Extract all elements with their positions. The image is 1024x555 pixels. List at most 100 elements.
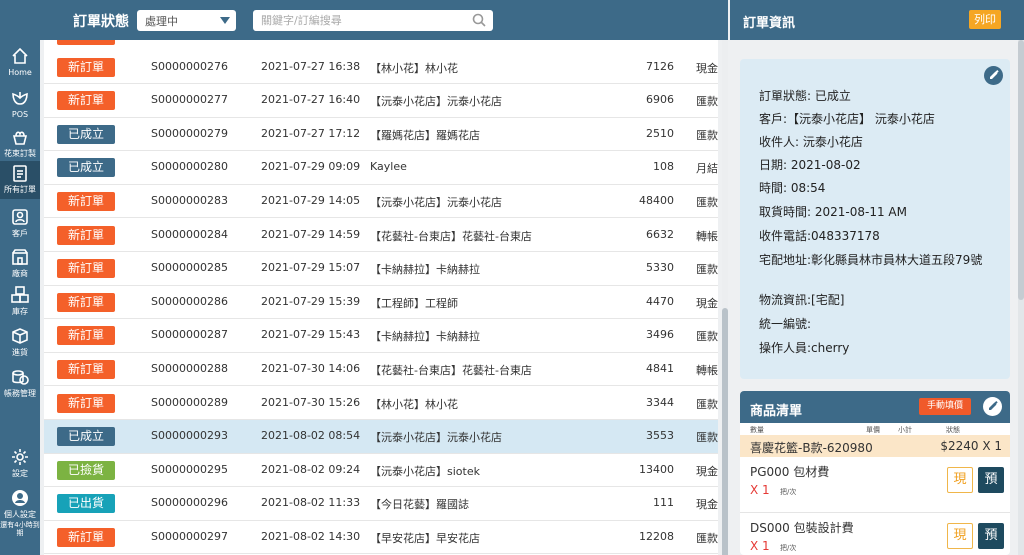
order-date: 2021-07-29 15:39 (261, 294, 361, 308)
status-badge[interactable]: 新訂單 (57, 191, 115, 211)
sidebar-item[interactable]: POS (0, 86, 40, 124)
table-row[interactable]: 已出貨 S0000000296 2021-08-02 11:33 【今日花藝】羅國誌 1… (44, 487, 718, 521)
status-badge[interactable]: 新訂單 (57, 527, 115, 547)
table-row[interactable]: 新訂單 S0000000285 2021-07-29 15:07 【卡納赫拉】卡納赫拉… (44, 252, 718, 286)
order-detail-panel: 訂單資訊 列印 訂單狀態: 已成立 客戶:【沅泰小花店】 沅泰小花店 收件人: 沅泰… (730, 0, 1024, 555)
sidebar-item[interactable]: 進貨 (0, 324, 40, 362)
table-row[interactable]: 新訂單 S0000000289 2021-07-30 15:26 【林小花】林小花 33… (44, 386, 718, 421)
sidebar-item[interactable]: 個人設定 (0, 486, 40, 524)
order-amount: 111 (653, 496, 674, 510)
status-badge[interactable]: 新訂單 (57, 91, 115, 111)
order-date: 2021-08-02 14:30 (261, 529, 361, 543)
table-row[interactable]: 已成立 S0000000279 2021-07-27 17:12 【羅媽花店】羅媽花店… (44, 117, 718, 152)
order-payment: 轉帳 (696, 229, 718, 243)
detail-scrollbar[interactable] (1018, 40, 1024, 555)
search-box[interactable] (253, 10, 493, 31)
sidebar-item[interactable]: 客戶 (0, 205, 40, 243)
status-badge[interactable]: 新訂單 (57, 57, 115, 77)
status-badge[interactable]: 新訂單 (57, 292, 115, 312)
order-payment: 現金 (696, 296, 718, 310)
order-id: S0000000283 (151, 193, 228, 207)
cash-button[interactable]: 現 (947, 467, 973, 493)
search-input[interactable] (261, 12, 461, 29)
product-name: PG000 包材費 (750, 465, 830, 479)
order-list: 新訂單 S0000000276 2021-07-27 16:38 【林小花】林小花 71… (44, 40, 718, 555)
sidebar-item[interactable]: Home (0, 44, 40, 82)
product-list-header: 商品清單 手動填價 (740, 391, 1010, 423)
status-badge[interactable]: 新訂單 (57, 393, 115, 413)
order-list-scrollbar[interactable] (722, 40, 728, 555)
preorder-button[interactable]: 預 (978, 467, 1004, 493)
table-row[interactable]: 新訂單 S0000000283 2021-07-29 14:05 【沅泰小花店】沅泰小… (44, 184, 718, 219)
order-date: 2021-08-02 08:54 (261, 429, 361, 443)
order-customer: 【卡納赫拉】卡納赫拉 (370, 330, 480, 344)
flower-icon (10, 88, 30, 108)
table-row[interactable]: 已撿貨 S0000000295 2021-08-02 09:24 【沅泰小花店】sio… (44, 453, 718, 488)
order-info-line: 操作人員:cherry (759, 341, 850, 355)
order-payment: 現金 (696, 464, 718, 478)
status-badge[interactable]: 已成立 (57, 158, 115, 178)
table-row[interactable]: 已成立 S0000000280 2021-07-29 09:09 Kaylee 108 月… (44, 151, 718, 185)
scrollbar-thumb[interactable] (1018, 40, 1024, 300)
status-badge[interactable] (57, 40, 115, 45)
table-row[interactable]: 新訂單 S0000000288 2021-07-30 14:06 【花藝社-台東店】花… (44, 352, 718, 387)
order-id: S0000000286 (151, 294, 228, 308)
table-row[interactable]: 新訂單 S0000000297 2021-08-02 14:30 【早安花店】早安花店… (44, 520, 718, 555)
manual-price-button[interactable]: 手動填價 (919, 398, 971, 415)
order-amount: 6906 (646, 93, 674, 107)
order-payment: 匯款 (696, 95, 718, 109)
status-badge[interactable]: 已撿貨 (57, 460, 115, 480)
table-row[interactable]: 新訂單 S0000000284 2021-07-29 14:59 【花藝社-台東店】花… (44, 218, 718, 253)
status-badge[interactable]: 新訂單 (57, 326, 115, 346)
product-main-item[interactable]: 喜慶花籃-B款-620980 $2240 X 1 (740, 435, 1010, 457)
status-badge[interactable]: 新訂單 (57, 259, 115, 279)
col-subtotal: 小計 (898, 426, 912, 434)
status-badge[interactable]: 已出貨 (57, 494, 115, 514)
status-badge[interactable]: 已成立 (57, 124, 115, 144)
preorder-button[interactable]: 預 (978, 523, 1004, 549)
cash-button[interactable]: 現 (947, 523, 973, 549)
table-row[interactable]: 新訂單 S0000000276 2021-07-27 16:38 【林小花】林小花 71… (44, 50, 718, 85)
sidebar-item[interactable]: 帳務管理 (0, 365, 40, 403)
sidebar-item[interactable]: 設定 (0, 445, 40, 483)
expiry-note: 還有4小時到期 (0, 521, 40, 537)
order-date: 2021-07-29 09:09 (261, 160, 361, 174)
order-customer: 【花藝社-台東店】花藝社-台東店 (370, 229, 532, 243)
sidebar-item[interactable]: 所有訂單 (0, 161, 40, 199)
order-detail-header: 訂單資訊 列印 (730, 0, 1024, 40)
sidebar-item[interactable]: 庫存 (0, 283, 40, 321)
order-id: S0000000277 (151, 93, 228, 107)
order-amount: 6632 (646, 227, 674, 241)
sidebar-item-label: 進貨 (12, 348, 28, 357)
order-payment: 匯款 (696, 531, 718, 545)
print-button[interactable]: 列印 (969, 10, 1001, 29)
table-row[interactable]: 已成立 S0000000293 2021-08-02 08:54 【沅泰小花店】沅泰小… (44, 420, 718, 454)
order-payment: 轉帳 (696, 363, 718, 377)
sidebar-item[interactable]: 花束訂製 (0, 125, 40, 163)
table-row[interactable]: 新訂單 S0000000287 2021-07-29 15:43 【卡納赫拉】卡納赫拉… (44, 319, 718, 353)
order-customer: 【早安花店】早安花店 (370, 531, 480, 545)
edit-icon[interactable] (984, 66, 1003, 85)
product-unit: 把/次 (780, 544, 797, 552)
product-item[interactable]: DS000 包裝設計費 X 1 把/次 現預 (740, 513, 1010, 555)
product-item[interactable]: PG000 包材費 X 1 把/次 現預 (740, 457, 1010, 513)
product-unit: 把/次 (780, 488, 797, 496)
status-badge[interactable]: 已成立 (57, 427, 115, 447)
order-amount: 3496 (646, 328, 674, 342)
edit-icon[interactable] (983, 397, 1002, 416)
vendor-icon (10, 247, 30, 267)
status-badge[interactable]: 新訂單 (57, 225, 115, 245)
table-row[interactable]: 新訂單 S0000000286 2021-07-29 15:39 【工程師】工程師 44… (44, 285, 718, 320)
sidebar-item-label: 設定 (12, 469, 28, 478)
search-icon[interactable] (472, 13, 486, 27)
status-badge[interactable]: 新訂單 (57, 359, 115, 379)
order-customer: 【花藝社-台東店】花藝社-台東店 (370, 363, 532, 377)
scrollbar-thumb[interactable] (722, 308, 728, 555)
table-row[interactable]: 新訂單 S0000000277 2021-07-27 16:40 【沅泰小花店】沅泰小… (44, 84, 718, 118)
status-filter-select[interactable]: 處理中 (137, 10, 236, 31)
order-info-line: 宅配地址:彰化縣員林市員林大道五段79號 (759, 253, 983, 267)
order-date: 2021-07-27 16:40 (261, 93, 361, 107)
sidebar: Home POS 花束訂製 所有訂單客戶 廠商庫存進貨帳務管理設定個人設定 (0, 0, 40, 555)
sidebar-item[interactable]: 廠商 (0, 245, 40, 283)
sidebar-item-label: 庫存 (12, 307, 28, 316)
